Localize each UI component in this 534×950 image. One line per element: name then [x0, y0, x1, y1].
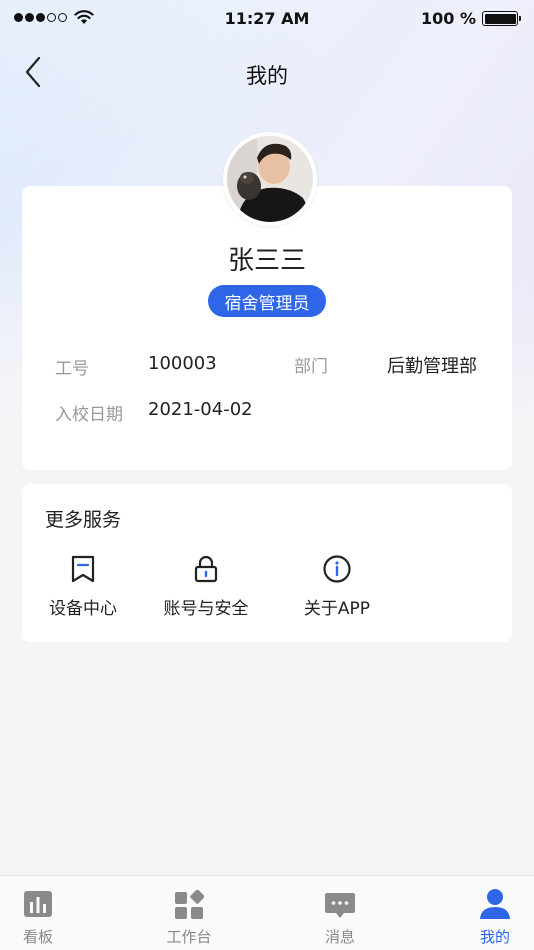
user-icon	[480, 889, 510, 919]
tab-label: 工作台	[166, 928, 212, 946]
profile-card	[22, 186, 512, 470]
tab-label: 我的	[479, 928, 510, 946]
service-account-security[interactable]: 账号与安全	[146, 552, 266, 619]
service-device-center[interactable]: 设备中心	[23, 552, 143, 619]
lock-icon	[194, 555, 218, 583]
tab-bar: 看板 工作台 消息 我的	[0, 875, 534, 950]
tab-messages[interactable]: 消息	[300, 886, 380, 947]
bookmark-icon	[71, 555, 95, 583]
info-icon	[323, 555, 351, 583]
avatar[interactable]	[223, 132, 317, 226]
service-label: 关于APP	[303, 599, 371, 619]
department-value: 后勤管理部	[387, 356, 477, 377]
service-label: 账号与安全	[163, 599, 249, 619]
tab-label: 消息	[324, 928, 355, 946]
battery-icon	[482, 11, 521, 26]
tab-workbench[interactable]: 工作台	[149, 886, 229, 947]
enrollment-date-value: 2021-04-02	[148, 399, 253, 420]
tab-mine[interactable]: 我的	[455, 886, 534, 947]
department-label: 部门	[294, 357, 328, 377]
tab-label: 看板	[22, 928, 53, 946]
enrollment-date-label: 入校日期	[55, 405, 123, 425]
grid-icon	[175, 890, 204, 919]
avatar-photo	[227, 136, 313, 222]
message-icon	[325, 893, 355, 918]
employee-id-value: 100003	[148, 353, 217, 374]
role-badge: 宿舍管理员	[208, 285, 326, 317]
page-title: 我的	[246, 64, 288, 88]
service-label: 设备中心	[49, 599, 117, 619]
battery-percent: 100 %	[421, 9, 476, 28]
user-name: 张三三	[227, 246, 306, 276]
status-bar: 11:27 AM 100 %	[0, 0, 534, 38]
services-title: 更多服务	[45, 509, 122, 531]
employee-id-label: 工号	[55, 359, 89, 379]
service-about-app[interactable]: 关于APP	[277, 552, 397, 619]
tab-dashboard[interactable]: 看板	[0, 886, 78, 947]
chart-icon	[24, 891, 52, 917]
